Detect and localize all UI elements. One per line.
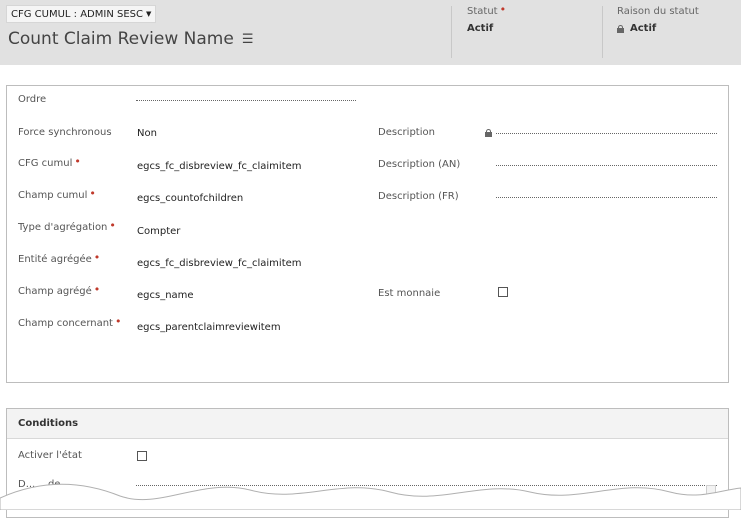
aggregation-type-value[interactable]: Compter [137, 226, 180, 237]
record-title-text: Count Claim Review Name [8, 29, 234, 49]
record-title: Count Claim Review Name ☰ [8, 29, 253, 49]
caret-down-icon: ▼ [145, 10, 152, 18]
status-reason-value: Actif [630, 23, 657, 34]
aggregated-entity-label: Entité agrégée [18, 254, 92, 265]
rollup-field-row: Champ cumul • [18, 187, 96, 201]
rollup-field-value[interactable]: egcs_countofchildren [137, 193, 243, 204]
enable-state-checkbox[interactable] [137, 451, 147, 461]
aggregated-entity-value[interactable]: egcs_fc_disbreview_fc_claimitem [137, 258, 302, 269]
general-section: Ordre Force synchronous Non Description … [6, 85, 729, 383]
description-label: Description [378, 127, 435, 138]
status-value: Actif [467, 23, 494, 34]
description-fr-label: Description (FR) [378, 191, 459, 202]
description-fr-row: Description (FR) [378, 191, 459, 202]
rollup-cfg-label: CFG cumul [18, 158, 73, 169]
description-fr-input[interactable] [496, 197, 717, 198]
required-icon: • [109, 219, 116, 232]
enable-state-label: Activer l'état [18, 450, 82, 461]
rollup-cfg-row: CFG cumul • [18, 155, 81, 169]
required-icon: • [114, 315, 122, 328]
description-en-row: Description (AN) [378, 159, 460, 170]
description-input[interactable] [496, 133, 717, 134]
aggregated-field-row: Champ agrégé • [18, 283, 101, 297]
torn-edge-decoration [0, 483, 741, 510]
force-sync-value[interactable]: Non [137, 128, 157, 139]
entity-selector[interactable]: CFG CUMUL : ADMIN SESC ▼ [6, 5, 157, 23]
is-money-row: Est monnaie [378, 288, 440, 299]
aggregated-field-label: Champ agrégé [18, 286, 92, 297]
status-label: Statut [467, 6, 498, 17]
aggregation-type-row: Type d'agrégation • [18, 219, 116, 233]
menu-list-icon[interactable]: ☰ [242, 32, 254, 47]
header-divider [602, 6, 603, 58]
status-field: Statut • Actif [467, 3, 507, 34]
header-divider [451, 6, 452, 58]
rollup-cfg-value[interactable]: egcs_fc_disbreview_fc_claimitem [137, 161, 302, 172]
description-en-label: Description (AN) [378, 159, 461, 170]
regarding-field-row: Champ concernant • [18, 315, 122, 329]
entity-name: CFG CUMUL : ADMIN SESC [11, 8, 143, 20]
lock-icon [617, 24, 624, 33]
required-icon: • [89, 187, 96, 200]
required-icon: • [499, 3, 507, 16]
required-icon: • [93, 251, 101, 264]
description-row: Description [378, 127, 435, 138]
order-label: Ordre [18, 94, 47, 105]
lock-icon [485, 129, 492, 137]
status-reason-field: Raison du statut Actif [617, 6, 699, 34]
aggregated-entity-row: Entité agrégée • [18, 251, 101, 265]
status-reason-label: Raison du statut [617, 6, 699, 17]
force-sync-row: Force synchronous [18, 127, 112, 138]
order-row: Ordre [18, 94, 46, 105]
regarding-field-label: Champ concernant [18, 318, 113, 329]
required-icon: • [74, 155, 81, 168]
order-input[interactable] [136, 100, 356, 101]
is-money-checkbox[interactable] [498, 287, 508, 297]
description-en-input[interactable] [496, 165, 717, 166]
force-sync-label: Force synchronous [18, 127, 112, 138]
required-icon: • [93, 283, 101, 296]
rollup-field-label: Champ cumul [18, 190, 88, 201]
conditions-title: Conditions [7, 409, 728, 439]
record-header: CFG CUMUL : ADMIN SESC ▼ Count Claim Rev… [0, 0, 741, 65]
is-money-label: Est monnaie [378, 288, 441, 299]
aggregation-type-label: Type d'agrégation [18, 222, 108, 233]
regarding-field-value[interactable]: egcs_parentclaimreviewitem [137, 322, 281, 333]
aggregated-field-value[interactable]: egcs_name [137, 290, 194, 301]
enable-state-row: Activer l'état [18, 450, 82, 461]
